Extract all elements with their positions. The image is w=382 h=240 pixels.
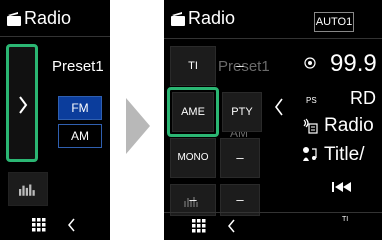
station-icon <box>303 118 318 134</box>
transition-arrow-icon <box>126 98 150 154</box>
dash-label: – <box>236 58 244 73</box>
dash-label: – <box>189 192 197 207</box>
dash-label: – <box>236 192 244 207</box>
app-title: Radio <box>188 8 236 28</box>
ti-button[interactable]: TI <box>170 46 216 86</box>
tune-icon <box>304 57 316 69</box>
preset-label: Preset1 <box>52 58 104 75</box>
ame-highlight <box>167 87 219 137</box>
right-screen: Radio AUTO1 Preset1 AM TI – AME PTY MONO… <box>164 0 382 240</box>
expand-panel-button[interactable] <box>6 44 38 162</box>
seek-back-icon[interactable] <box>332 182 352 192</box>
left-screen: Radio Preset1 FM AM <box>0 0 110 240</box>
auto-mode-button[interactable]: AUTO1 <box>314 12 354 32</box>
am-band-button[interactable]: AM <box>58 124 102 148</box>
equalizer-icon <box>19 184 35 196</box>
mono-button[interactable]: MONO <box>170 138 216 178</box>
equalizer-button[interactable] <box>8 172 48 206</box>
collapse-chevron-left-icon[interactable] <box>274 97 284 117</box>
radio-app-icon <box>171 12 185 26</box>
title-text: Title/ <box>324 144 365 165</box>
radio-app-icon <box>7 12 21 26</box>
row3-dash-button[interactable]: – <box>220 138 260 178</box>
station-name: Radio <box>324 115 374 136</box>
grid-menu-icon[interactable] <box>192 219 206 233</box>
app-title: Radio <box>24 8 72 28</box>
ps-label: PS <box>306 96 317 105</box>
fm-band-button[interactable]: FM <box>58 96 102 120</box>
pty-button[interactable]: PTY <box>222 92 262 132</box>
music-note-icon <box>303 147 317 161</box>
preset-dash-button[interactable]: – <box>220 46 260 86</box>
chevron-right-icon <box>19 96 28 114</box>
pty-button-label: PTY <box>231 106 253 118</box>
grid-menu-icon[interactable] <box>32 218 46 232</box>
back-chevron-icon[interactable] <box>228 219 236 233</box>
dash-label: – <box>236 150 244 165</box>
frequency-value: 99.9 <box>330 50 377 77</box>
ps-value: RD <box>350 88 376 108</box>
ti-indicator: TI <box>342 216 349 223</box>
ti-button-label: TI <box>188 60 198 72</box>
back-chevron-icon[interactable] <box>68 218 76 232</box>
mono-button-label: MONO <box>177 152 209 163</box>
